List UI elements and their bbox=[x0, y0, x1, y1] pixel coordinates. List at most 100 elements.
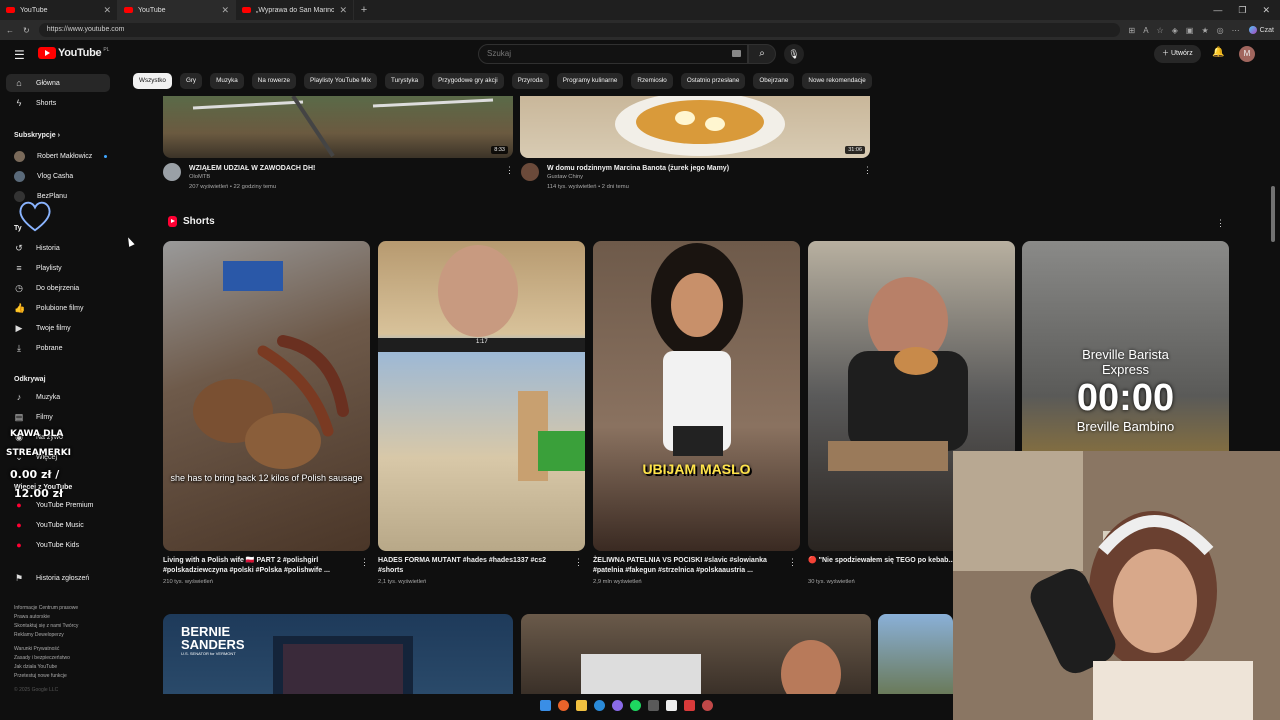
messenger-icon[interactable] bbox=[612, 700, 623, 711]
sidebar-item-liked[interactable]: 👍 Polubione filmy bbox=[6, 299, 110, 317]
close-tab-icon[interactable]: ✕ bbox=[103, 5, 111, 16]
channel-name[interactable]: Gustaw Chiny bbox=[547, 172, 729, 182]
apps-icon[interactable]: ⊞ bbox=[1129, 26, 1136, 35]
sidebar-item-music-app[interactable]: ● YouTube Music bbox=[6, 516, 110, 534]
search-button[interactable]: ⌕ bbox=[748, 44, 776, 64]
short-title[interactable]: Living with a Polish wife 🇵🇱 PART 2 #pol… bbox=[163, 556, 353, 576]
browser-tab-youtube-1[interactable]: YouTube ✕ bbox=[0, 0, 118, 20]
video-thumbnail[interactable]: BERNIE SANDERS U.S. SENATOR for VERMONT bbox=[163, 614, 513, 694]
chip[interactable]: Muzyka bbox=[210, 73, 244, 89]
chip[interactable]: Turystyka bbox=[385, 73, 425, 89]
more-options-icon[interactable]: ⋮ bbox=[863, 165, 872, 176]
sidebar-sub-vlog-casha[interactable]: Vlog Casha bbox=[6, 167, 110, 185]
notifications-bell-icon[interactable]: 🔔 bbox=[1212, 47, 1224, 58]
minimize-icon[interactable]: — bbox=[1213, 0, 1222, 20]
more-icon[interactable]: ⋯ bbox=[1232, 26, 1240, 35]
youtube-logo[interactable]: YouTube PL bbox=[38, 47, 109, 59]
file-explorer-icon[interactable] bbox=[576, 700, 587, 711]
firefox-icon[interactable] bbox=[558, 700, 569, 711]
page-scrollbar[interactable] bbox=[1271, 186, 1275, 242]
footer-line[interactable]: Zasady i bezpieczeństwo bbox=[14, 654, 114, 663]
chip[interactable]: Rzemiosło bbox=[631, 73, 673, 89]
sidebar-item-history[interactable]: ↺ Historia bbox=[6, 239, 110, 257]
account-avatar[interactable]: M bbox=[1239, 46, 1255, 62]
footer-line[interactable]: Przetestuj nowe funkcje bbox=[14, 672, 114, 681]
sidebar-item-report-history[interactable]: ⚑ Historia zgłoszeń bbox=[6, 569, 110, 587]
back-icon[interactable]: ← bbox=[6, 26, 14, 35]
settings-gear-icon[interactable] bbox=[702, 700, 713, 711]
footer-line[interactable]: Skontaktuj się z nami Twórcy bbox=[14, 622, 114, 631]
footer-line[interactable]: Reklamy Deweloperzy bbox=[14, 631, 114, 640]
chip[interactable]: Obejrzane bbox=[753, 73, 795, 89]
more-options-icon[interactable]: ⋮ bbox=[505, 165, 514, 176]
obs-icon[interactable] bbox=[684, 700, 695, 711]
voice-search-button[interactable]: 🎙 bbox=[784, 44, 804, 64]
favorites-icon[interactable]: ★ bbox=[1201, 26, 1208, 35]
maximize-icon[interactable]: ❐ bbox=[1238, 0, 1246, 20]
short-thumbnail[interactable]: 1:17 bbox=[378, 241, 585, 551]
chip[interactable]: Ostatnio przesłane bbox=[680, 73, 746, 89]
extension-icon[interactable]: ◈ bbox=[1172, 26, 1178, 35]
chip[interactable]: Przygodowe gry akcji bbox=[432, 73, 504, 89]
video-thumbnail[interactable]: 8:33 bbox=[163, 96, 513, 158]
reload-icon[interactable]: ↻ bbox=[23, 26, 30, 35]
sidebar-sub-maklowicz[interactable]: Robert Makłowicz bbox=[6, 147, 110, 165]
sidebar-item-music[interactable]: ♪ Muzyka bbox=[6, 388, 110, 406]
browser-tab-san-marino[interactable]: „Wyprawa do San Marino” - ROBE ✕ bbox=[236, 0, 354, 20]
chip[interactable]: Wszystko bbox=[133, 73, 172, 89]
short-title[interactable]: 🔴 "Nie spodziewałem się TEGO po kebab...… bbox=[808, 556, 953, 566]
footer-line[interactable]: Jak działa YouTube bbox=[14, 663, 114, 672]
short-thumbnail[interactable]: she has to bring back 12 kilos of Polish… bbox=[163, 241, 370, 551]
sidebar-item-playlists[interactable]: ≡ Playlisty bbox=[6, 259, 110, 277]
chip[interactable]: Programy kulinarne bbox=[556, 73, 624, 89]
subscriptions-heading[interactable]: Subskrypcje › bbox=[14, 132, 60, 139]
browser-tab-youtube-2[interactable]: YouTube ✕ bbox=[118, 0, 236, 20]
short-thumbnail[interactable]: UBIJAM MASLO bbox=[593, 241, 800, 551]
footer-line[interactable]: Prawa autorskie bbox=[14, 613, 114, 622]
more-options-icon[interactable]: ⋮ bbox=[574, 557, 583, 568]
sidebar-item-your-videos[interactable]: ▶ Twoje filmy bbox=[6, 319, 110, 337]
windows-start-icon[interactable] bbox=[540, 700, 551, 711]
video-title[interactable]: WZIĄŁEM UDZIAŁ W ZAWODACH DH! bbox=[189, 165, 315, 172]
url-field[interactable]: https://www.youtube.com bbox=[38, 23, 1120, 37]
sidebar-item-films[interactable]: ▤ Filmy bbox=[6, 408, 110, 426]
sidebar-item-watch-later[interactable]: ◷ Do obejrzenia bbox=[6, 279, 110, 297]
spotify-icon[interactable] bbox=[630, 700, 641, 711]
steam-icon[interactable] bbox=[648, 700, 659, 711]
sidebar-item-shorts[interactable]: ϟ Shorts bbox=[6, 94, 110, 112]
menu-icon[interactable]: ☰ bbox=[14, 48, 25, 62]
channel-avatar[interactable] bbox=[521, 163, 539, 181]
video-title[interactable]: W domu rodzinnym Marcina Banota (żurek j… bbox=[547, 165, 729, 172]
notion-icon[interactable] bbox=[666, 700, 677, 711]
sidebar-item-downloads[interactable]: ⤓ Pobrane bbox=[6, 339, 110, 357]
chip[interactable]: Gry bbox=[179, 73, 203, 89]
sidebar-item-home[interactable]: ⌂ Główna bbox=[6, 74, 110, 92]
profile-icon[interactable]: ◎ bbox=[1217, 26, 1224, 35]
search-input[interactable]: Szukaj bbox=[478, 44, 748, 64]
new-tab-button[interactable]: + bbox=[354, 0, 374, 20]
channel-avatar[interactable] bbox=[163, 163, 181, 181]
channel-name[interactable]: OloMTB bbox=[189, 172, 315, 182]
footer-line[interactable]: Informacje Centrum prasowe bbox=[14, 604, 114, 613]
more-options-icon[interactable]: ⋮ bbox=[1216, 218, 1225, 229]
read-aloud-icon[interactable]: A bbox=[1143, 26, 1148, 35]
close-window-icon[interactable]: ✕ bbox=[1262, 0, 1270, 20]
chip[interactable]: Przyroda bbox=[511, 73, 549, 89]
footer-line[interactable]: Warunki Prywatność bbox=[14, 645, 114, 654]
create-button[interactable]: ＋ Utwórz bbox=[1154, 45, 1201, 63]
video-thumbnail[interactable]: 31:06 bbox=[520, 96, 870, 158]
sidebar-item-kids[interactable]: ● YouTube Kids bbox=[6, 536, 110, 554]
video-thumbnail[interactable] bbox=[878, 614, 953, 694]
more-options-icon[interactable]: ⋮ bbox=[360, 557, 369, 568]
edge-icon[interactable] bbox=[594, 700, 605, 711]
short-title[interactable]: ŻELIWNA PATELNIA VS POCISKI #slavic #slo… bbox=[593, 556, 783, 576]
short-title[interactable]: HADES FORMA MUTANT #hades #hades1337 #cs… bbox=[378, 556, 568, 576]
chip[interactable]: Nowe rekomendacje bbox=[802, 73, 872, 89]
collections-icon[interactable]: ▣ bbox=[1186, 26, 1194, 35]
more-options-icon[interactable]: ⋮ bbox=[788, 557, 797, 568]
keyboard-icon[interactable] bbox=[732, 50, 741, 57]
chip[interactable]: Playlisty YouTube Mix bbox=[304, 73, 378, 89]
favorite-star-icon[interactable]: ☆ bbox=[1157, 26, 1164, 35]
chip[interactable]: Na rowerze bbox=[251, 73, 296, 89]
close-tab-icon[interactable]: ✕ bbox=[221, 5, 229, 16]
